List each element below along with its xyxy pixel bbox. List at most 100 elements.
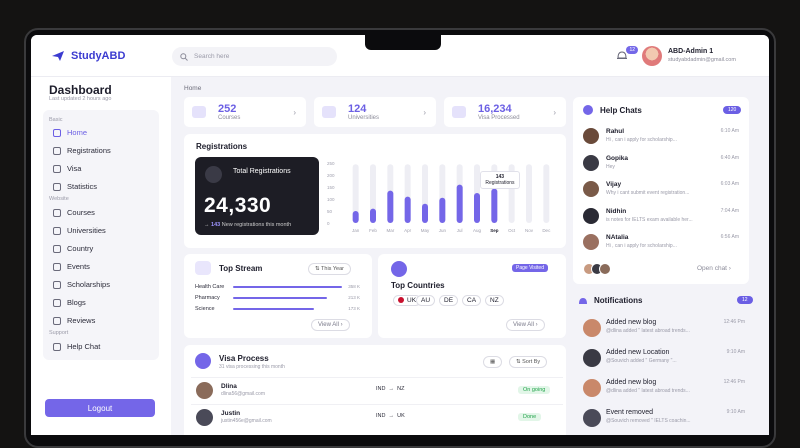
notification-item[interactable]: Added new blog @dlina added " latest abr… [579, 375, 749, 400]
x-tick-label: Feb [369, 228, 377, 233]
x-tick-label: Mar [386, 228, 394, 233]
bar-mar[interactable] [387, 190, 394, 223]
search-input[interactable]: Search here [172, 47, 337, 66]
visa-email: dlina56@gmail.com [221, 391, 265, 397]
country-chip-au[interactable]: AU [416, 295, 436, 306]
sidebar-item-scholarships[interactable]: Scholarships [53, 280, 110, 289]
notification-item[interactable]: Event removed @Souvich removed " IELTS c… [579, 405, 749, 430]
bar-jan[interactable] [352, 211, 359, 223]
sidebar-item-statistics[interactable]: Statistics [53, 182, 97, 191]
open-chat-link[interactable]: Open chat › [697, 265, 731, 272]
chat-item[interactable]: Nidhin is notes for IELTS exam available… [579, 204, 743, 229]
chat-icon [53, 342, 61, 351]
chat-name: Rahul [606, 128, 625, 135]
sidebar-item-label: Blogs [67, 298, 86, 307]
sidebar-item-visa[interactable]: Visa [53, 164, 81, 173]
visa-row[interactable]: Justin justin456e@gmail.com IND → UK Don… [191, 404, 563, 430]
country-label: CA [467, 297, 477, 304]
logout-button[interactable]: Logout [45, 399, 155, 417]
notification-item[interactable]: Added new Location @Souvich added " Germ… [579, 345, 749, 370]
country-chip-nz[interactable]: NZ [485, 295, 504, 306]
calendar-icon [53, 262, 61, 271]
calendar-filter-button[interactable]: ▦ [483, 356, 503, 368]
sidebar-item-label: Courses [67, 208, 95, 217]
stat-card-visa[interactable]: 16,234 Visa Processed › [444, 97, 566, 127]
sort-label: Sort By [522, 359, 541, 365]
globe-icon [391, 261, 407, 277]
chat-message: Why i cant submit event registration... [606, 190, 690, 196]
admin-info[interactable]: ABD-Admin 1 studyabdadmin@gmail.com [668, 48, 736, 63]
bar-jul[interactable] [456, 184, 463, 223]
bar-sep[interactable] [491, 188, 498, 223]
sidebar-item-reviews[interactable]: Reviews [53, 316, 95, 325]
sidebar-item-blogs[interactable]: Blogs [53, 298, 86, 307]
bar-jun[interactable] [439, 197, 446, 223]
stream-view-all-button[interactable]: View All › [311, 319, 350, 331]
country-chip-de[interactable]: DE [439, 295, 459, 306]
review-icon [53, 316, 61, 325]
notification-time: 12:46 Pm [723, 319, 745, 325]
stream-row: Science 173 K [195, 306, 360, 312]
page-visited-badge[interactable]: Page Visited [512, 264, 548, 272]
section-support: Support [49, 330, 69, 336]
chat-item[interactable]: Vijay Why i cant submit event registrati… [579, 177, 743, 202]
bar-aug[interactable] [474, 193, 480, 223]
notification-title: Added new blog [606, 319, 657, 326]
stream-label: Science [195, 306, 215, 312]
x-tick-label: Jan [352, 228, 360, 233]
status-badge: Done [518, 413, 542, 421]
country-chip-ca[interactable]: CA [462, 295, 482, 306]
x-tick-label: Dec [542, 228, 551, 233]
notifications-title: Notifications [594, 296, 643, 305]
sidebar-item-events[interactable]: Events [53, 262, 90, 271]
bell-count: 12 [626, 46, 638, 54]
uk-flag-icon [398, 297, 404, 304]
sort-by-button[interactable]: ⇅ Sort By [509, 356, 548, 368]
sidebar-item-universities[interactable]: Universities [53, 226, 106, 235]
bar-apr[interactable] [404, 196, 411, 223]
plane-icon [52, 51, 64, 61]
sidebar-item-home[interactable]: Home [53, 128, 87, 137]
avatar [196, 382, 213, 399]
sidebar-item-country[interactable]: Country [53, 244, 93, 253]
bar-feb[interactable] [370, 208, 376, 223]
countries-view-all-button[interactable]: View All › [506, 319, 545, 331]
sidebar-item-registrations[interactable]: Registrations [53, 146, 111, 155]
stream-row: Health Care 358 K [195, 284, 360, 290]
brand-logo[interactable]: StudyABD [51, 49, 125, 63]
bar-may[interactable] [422, 203, 428, 223]
x-tick-label: Apr [404, 228, 412, 233]
sidebar-item-courses[interactable]: Courses [53, 208, 95, 217]
chat-item[interactable]: Rahul Hi , can i apply for scholarship..… [579, 124, 743, 149]
stat-card-universities[interactable]: 124 Universities › [314, 97, 436, 127]
stream-label: Health Care [195, 284, 225, 290]
sidebar-item-label: Scholarships [67, 280, 110, 289]
y-tick-label: 150 [327, 185, 335, 190]
chat-name: Nidhin [606, 207, 627, 215]
page-title: Dashboard [49, 83, 112, 97]
stat-card-courses[interactable]: 252 Courses › [184, 97, 306, 127]
admin-avatar[interactable] [642, 46, 662, 66]
chat-item[interactable]: NAtalia Hi , can i apply for scholarship… [579, 230, 743, 255]
notification-time: 9:10 Am [726, 409, 745, 415]
sidebar-item-label: Statistics [67, 182, 98, 191]
y-tick-label: 50 [327, 209, 333, 214]
stream-filter-dropdown[interactable]: ⇅ This Year [308, 263, 351, 275]
notification-bell[interactable]: 12 [616, 46, 638, 65]
stat-value: 124 [348, 103, 367, 115]
chat-icon [583, 105, 593, 115]
new-registrations: → 143 New registrations this month [204, 222, 292, 228]
notification-item[interactable]: Added new blog @dlina added " latest abr… [579, 315, 749, 340]
chat-item[interactable]: Gopika Hey 6:40 Am [579, 151, 743, 176]
visa-row[interactable]: Dlina dlina56@gmail.com IND → NZ On goin… [191, 377, 563, 403]
chat-time: 6:56 Am [720, 234, 739, 240]
users-icon [205, 166, 222, 183]
chat-name: Vijay [606, 181, 622, 188]
admin-email: studyabdadmin@gmail.com [668, 57, 736, 63]
status-badge: On going [518, 386, 551, 394]
stat-label: Courses [218, 115, 241, 121]
stream-bar [233, 308, 314, 310]
admin-name: ABD-Admin 1 [668, 48, 714, 55]
sidebar-item-help-chat[interactable]: Help Chat [53, 342, 100, 351]
notification-title: Added new blog [606, 379, 657, 386]
